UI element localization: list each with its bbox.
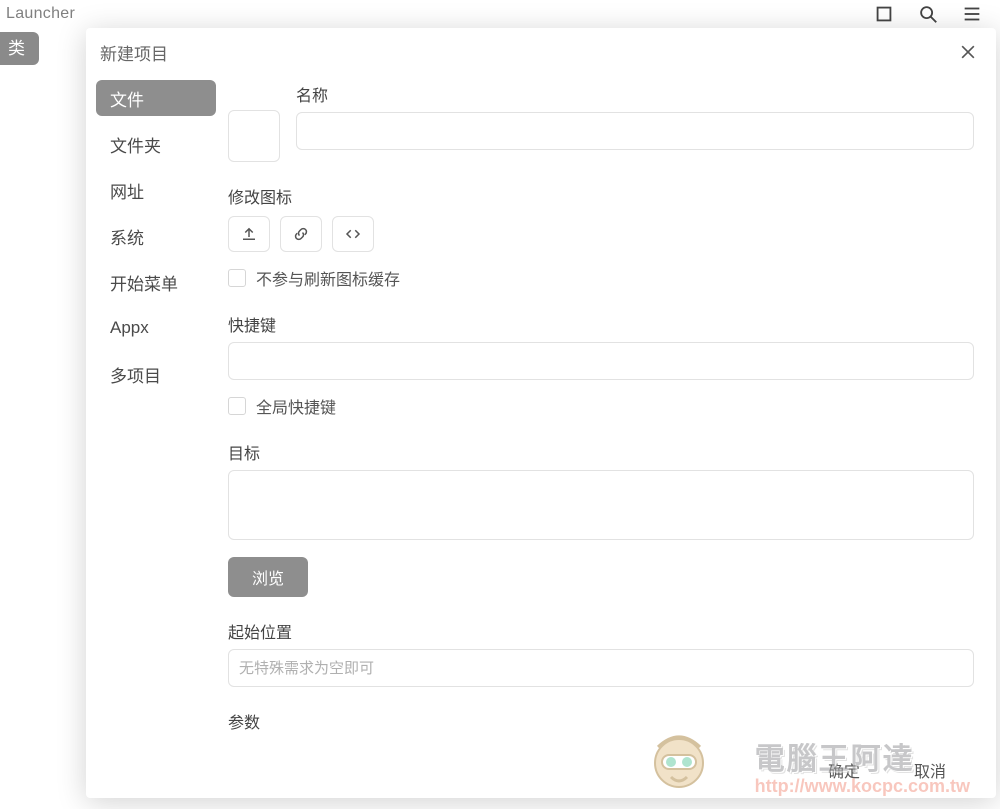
global-hotkey-label: 全局快捷键 [256,394,336,418]
close-icon[interactable] [954,38,982,66]
menu-icon[interactable] [950,0,994,28]
app-title: Launcher [6,5,75,23]
upload-icon[interactable] [228,216,270,252]
tab-file[interactable]: 文件 [96,80,216,116]
cache-checkbox-label: 不参与刷新图标缓存 [256,266,400,290]
target-input[interactable] [228,470,974,540]
item-icon-preview[interactable] [228,110,280,162]
params-label: 参数 [228,709,974,733]
cancel-button[interactable]: 取消 [914,758,946,782]
name-label: 名称 [296,82,974,106]
hotkey-label: 快捷键 [228,312,974,336]
tab-folder[interactable]: 文件夹 [96,126,216,162]
dialog-title: 新建项目 [100,40,168,65]
type-tabs: 文件 文件夹 网址 系统 开始菜单 Appx 多项目 [96,78,216,742]
search-icon[interactable] [906,0,950,28]
icon-label: 修改图标 [228,184,974,208]
startdir-label: 起始位置 [228,619,974,643]
target-label: 目标 [228,440,974,464]
form-area: 名称 修改图标 [216,78,986,742]
code-icon[interactable] [332,216,374,252]
name-input[interactable] [296,112,974,150]
ok-button[interactable]: 确定 [828,758,860,782]
tab-start-menu[interactable]: 开始菜单 [96,264,216,300]
tab-system[interactable]: 系统 [96,218,216,254]
tab-url[interactable]: 网址 [96,172,216,208]
cache-checkbox[interactable] [228,269,246,287]
hotkey-input[interactable] [228,342,974,380]
window-restore-icon[interactable] [862,0,906,28]
category-chip[interactable]: 类 [0,32,39,65]
link-icon[interactable] [280,216,322,252]
tab-multi[interactable]: 多项目 [96,356,216,392]
startdir-input[interactable] [228,649,974,687]
global-hotkey-checkbox[interactable] [228,397,246,415]
new-item-dialog: 新建项目 文件 文件夹 网址 系统 开始菜单 Appx 多项目 名称 [86,28,996,798]
tab-appx[interactable]: Appx [96,310,216,346]
browse-button[interactable]: 浏览 [228,557,308,597]
